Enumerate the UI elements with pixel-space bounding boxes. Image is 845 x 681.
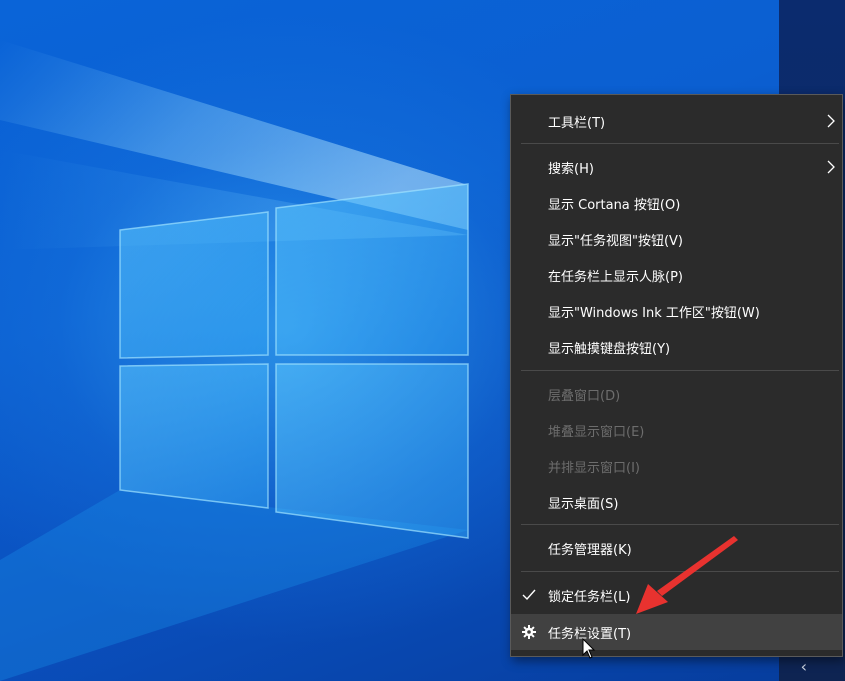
menu-item-show-desktop[interactable]: 显示桌面(S) — [511, 485, 842, 519]
menu-separator — [521, 370, 839, 371]
menu-item-show-windows-ink[interactable]: 显示"Windows Ink 工作区"按钮(W) — [511, 294, 842, 328]
menu-item-side-by-side-windows: 并排显示窗口(I) — [511, 449, 842, 483]
menu-item-label: 锁定任务栏(L) — [548, 589, 631, 605]
logo-pane-bottom-left — [119, 363, 269, 509]
menu-item-lock-taskbar[interactable]: 锁定任务栏(L) — [511, 578, 842, 612]
menu-item-show-cortana[interactable]: 显示 Cortana 按钮(O) — [511, 186, 842, 220]
menu-item-toolbars[interactable]: 工具栏(T) — [511, 104, 842, 138]
menu-item-stack-windows: 堆叠显示窗口(E) — [511, 413, 842, 447]
logo-pane-top-left — [119, 211, 269, 359]
menu-item-label: 显示触摸键盘按钮(Y) — [548, 341, 671, 357]
menu-item-show-people[interactable]: 在任务栏上显示人脉(P) — [511, 258, 842, 292]
menu-item-task-manager[interactable]: 任务管理器(K) — [511, 531, 842, 565]
menu-item-label: 工具栏(T) — [548, 115, 606, 131]
menu-item-label: 堆叠显示窗口(E) — [548, 424, 645, 440]
menu-item-label: 搜索(H) — [548, 161, 594, 177]
submenu-chevron-right-icon — [827, 114, 835, 128]
tray-overflow-chevron-icon[interactable]: ‹ — [801, 659, 807, 675]
menu-item-cascade-windows: 层叠窗口(D) — [511, 377, 842, 411]
menu-item-taskbar-settings[interactable]: 任务栏设置(T) — [511, 614, 842, 650]
checkmark-icon — [522, 589, 536, 601]
menu-item-search[interactable]: 搜索(H) — [511, 150, 842, 184]
menu-separator — [521, 143, 839, 144]
submenu-chevron-right-icon — [827, 160, 835, 174]
menu-item-show-touch-keyboard[interactable]: 显示触摸键盘按钮(Y) — [511, 330, 842, 364]
menu-separator — [521, 571, 839, 572]
menu-item-label: 显示 Cortana 按钮(O) — [548, 197, 681, 213]
logo-pane-top-right — [275, 183, 469, 356]
menu-item-label: 任务管理器(K) — [548, 542, 632, 558]
logo-pane-bottom-right — [275, 363, 469, 539]
mouse-pointer-icon — [582, 638, 596, 659]
menu-item-label: 显示"Windows Ink 工作区"按钮(W) — [548, 305, 760, 321]
menu-separator — [521, 524, 839, 525]
menu-item-label: 显示桌面(S) — [548, 496, 619, 512]
desktop[interactable]: ‹ 工具栏(T) 搜索(H) 显示 Cortana 按钮(O) 显示"任务视图"… — [0, 0, 845, 681]
taskbar-context-menu: 工具栏(T) 搜索(H) 显示 Cortana 按钮(O) 显示"任务视图"按钮… — [510, 94, 843, 657]
gear-icon — [522, 625, 536, 639]
menu-item-show-task-view[interactable]: 显示"任务视图"按钮(V) — [511, 222, 842, 256]
menu-item-label: 并排显示窗口(I) — [548, 460, 640, 476]
menu-item-label: 显示"任务视图"按钮(V) — [548, 233, 683, 249]
menu-item-label: 层叠窗口(D) — [548, 388, 621, 404]
menu-item-label: 在任务栏上显示人脉(P) — [548, 269, 683, 285]
